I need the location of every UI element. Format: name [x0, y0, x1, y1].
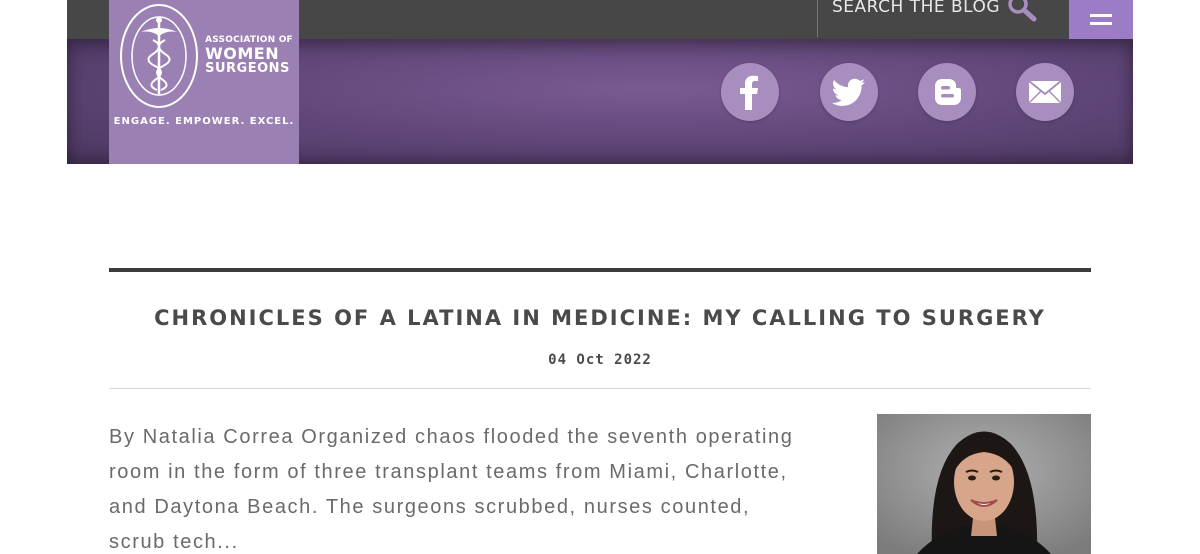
twitter-icon: [832, 78, 865, 106]
search-divider: [817, 0, 818, 37]
hamburger-line: [1090, 14, 1112, 17]
search-icon[interactable]: [1006, 0, 1040, 24]
article-top-rule: [109, 268, 1091, 272]
blogger-icon: [935, 79, 961, 105]
facebook-button[interactable]: [721, 63, 779, 121]
facebook-icon: [740, 75, 758, 110]
caduceus-seal-icon: [120, 4, 199, 108]
logo-line-3: SURGEONS: [205, 61, 290, 77]
article-date: 04 Oct 2022: [548, 352, 652, 368]
article-title-link[interactable]: CHRONICLES OF A LATINA IN MEDICINE: MY C…: [109, 306, 1091, 330]
twitter-button[interactable]: [820, 63, 878, 121]
article-excerpt: By Natalia Correa Organized chaos floode…: [109, 426, 794, 553]
email-button[interactable]: [1016, 63, 1074, 121]
logo-tagline: ENGAGE. EMPOWER. EXCEL.: [113, 116, 295, 127]
article-divider: [109, 388, 1091, 389]
hamburger-menu-button[interactable]: [1069, 0, 1133, 39]
hamburger-line: [1090, 22, 1112, 25]
email-icon: [1028, 80, 1062, 104]
author-portrait-image: [877, 414, 1091, 554]
author-photo[interactable]: [877, 414, 1091, 554]
logo-line-2: WOMEN: [205, 43, 280, 63]
blogger-button[interactable]: [918, 63, 976, 121]
site-logo[interactable]: ASSOCIATION OF WOMEN SURGEONS ENGAGE. EM…: [109, 0, 299, 164]
search-blog-link[interactable]: SEARCH THE BLOG: [832, 0, 1000, 17]
logo-wordmark: ASSOCIATION OF WOMEN SURGEONS: [205, 35, 293, 77]
